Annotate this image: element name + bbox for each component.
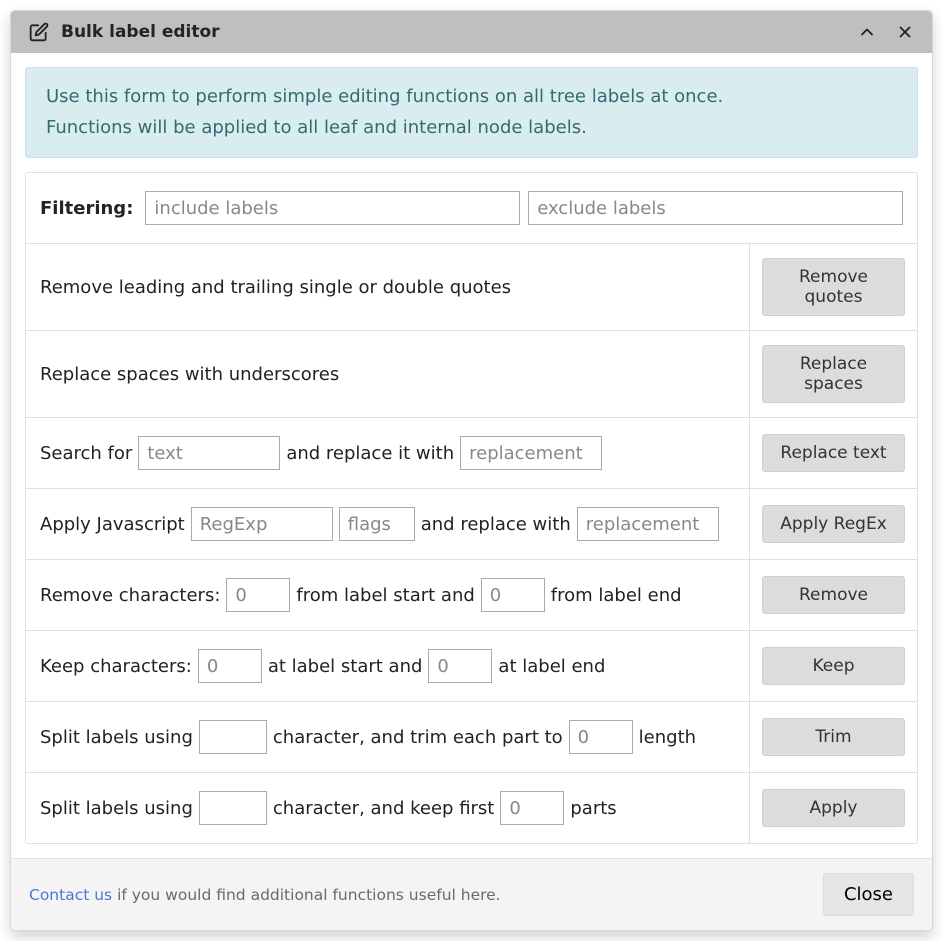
info-line-2: Functions will be applied to all leaf an… (46, 113, 897, 144)
trim-separator-input[interactable] (199, 720, 267, 754)
trim-pre: Split labels using (40, 727, 193, 748)
filter-exclude-input[interactable] (528, 191, 903, 225)
keep-chars-button[interactable]: Keep (762, 647, 905, 685)
title-bar: Bulk label editor (11, 11, 932, 53)
filter-include-input[interactable] (145, 191, 520, 225)
regex-flags-input[interactable] (339, 507, 415, 541)
apply-mid: character, and keep first (273, 798, 494, 819)
replace-text-button[interactable]: Replace text (762, 434, 905, 472)
trim-length-input[interactable] (569, 720, 633, 754)
filter-row: Filtering: (26, 173, 917, 244)
keep-chars-post: at label end (498, 656, 605, 677)
remove-chars-start-input[interactable] (226, 578, 290, 612)
footer-rest: if you would find additional functions u… (112, 886, 500, 904)
remove-chars-button[interactable]: Remove (762, 576, 905, 614)
replace-spaces-button[interactable]: Replace spaces (762, 345, 905, 403)
keep-chars-mid: at label start and (268, 656, 423, 677)
editor-panel: Filtering: Remove leading and trailing s… (25, 172, 918, 844)
keep-chars-start-input[interactable] (198, 649, 262, 683)
replace-text-pre: Search for (40, 443, 132, 464)
row-trim: Split labels using character, and trim e… (26, 702, 917, 773)
row-remove-chars: Remove characters: from label start and … (26, 560, 917, 631)
apply-pre: Split labels using (40, 798, 193, 819)
collapse-button[interactable] (854, 19, 880, 45)
remove-quotes-button[interactable]: Remove quotes (762, 258, 905, 316)
trim-post: length (639, 727, 696, 748)
row-apply: Split labels using character, and keep f… (26, 773, 917, 843)
regex-mid: and replace with (421, 514, 571, 535)
info-banner: Use this form to perform simple editing … (25, 67, 918, 158)
close-icon-button[interactable] (892, 19, 918, 45)
edit-icon (29, 22, 49, 42)
regex-replacement-input[interactable] (577, 507, 719, 541)
contact-us-link[interactable]: Contact us (29, 886, 112, 904)
info-line-1: Use this form to perform simple editing … (46, 82, 897, 113)
trim-button[interactable]: Trim (762, 718, 905, 756)
regex-pre: Apply Javascript (40, 514, 185, 535)
row-replace-text: Search for and replace it with Replace t… (26, 418, 917, 489)
row-keep-chars: Keep characters: at label start and at l… (26, 631, 917, 702)
apply-button[interactable]: Apply (762, 789, 905, 827)
dialog-body: Use this form to perform simple editing … (11, 53, 932, 858)
trim-mid: character, and trim each part to (273, 727, 563, 748)
keep-chars-end-input[interactable] (428, 649, 492, 683)
bulk-label-editor-dialog: Bulk label editor Use this form to perfo… (10, 10, 933, 931)
apply-regex-button[interactable]: Apply RegEx (762, 505, 905, 543)
apply-parts-input[interactable] (500, 791, 564, 825)
row-replace-spaces-text: Replace spaces with underscores (26, 346, 749, 403)
close-button[interactable]: Close (823, 873, 914, 916)
row-replace-spaces: Replace spaces with underscores Replace … (26, 331, 917, 418)
row-remove-quotes: Remove leading and trailing single or do… (26, 244, 917, 331)
dialog-footer: Contact us if you would find additional … (11, 858, 932, 930)
apply-separator-input[interactable] (199, 791, 267, 825)
remove-chars-pre: Remove characters: (40, 585, 220, 606)
row-remove-quotes-text: Remove leading and trailing single or do… (26, 259, 749, 316)
dialog-title: Bulk label editor (61, 22, 842, 42)
replace-text-input[interactable] (460, 436, 602, 470)
filter-label: Filtering: (40, 198, 133, 219)
apply-post: parts (570, 798, 616, 819)
keep-chars-pre: Keep characters: (40, 656, 192, 677)
footer-text: Contact us if you would find additional … (29, 886, 823, 904)
remove-chars-end-input[interactable] (481, 578, 545, 612)
search-text-input[interactable] (138, 436, 280, 470)
replace-text-mid: and replace it with (286, 443, 454, 464)
remove-chars-post: from label end (551, 585, 682, 606)
remove-chars-mid: from label start and (296, 585, 474, 606)
regex-pattern-input[interactable] (191, 507, 333, 541)
row-regex: Apply Javascript and replace with Apply … (26, 489, 917, 560)
